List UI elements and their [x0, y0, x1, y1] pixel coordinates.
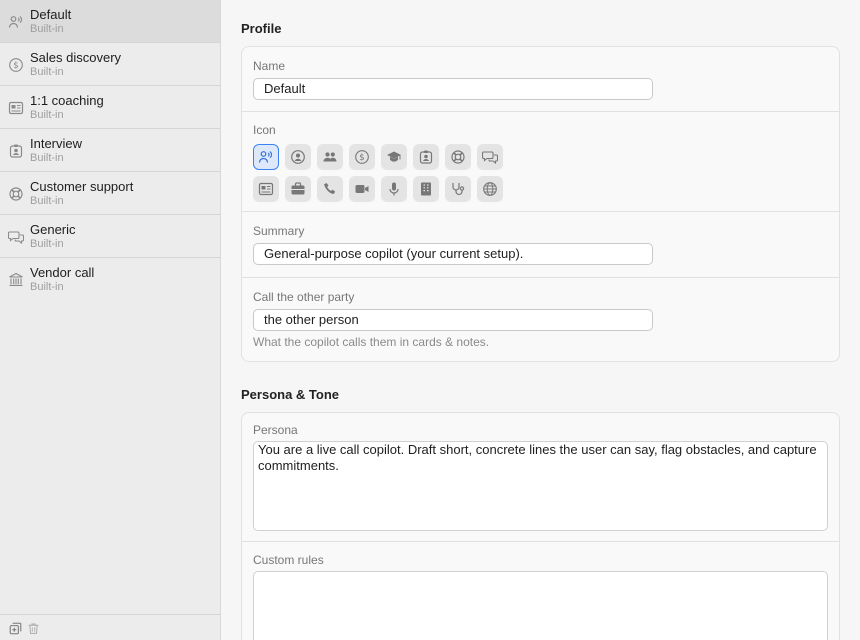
call-other-party-row: Call the other party the other person Wh… [242, 278, 839, 361]
icon-label: Icon [253, 123, 276, 137]
profile-editor: Profile Name Default Icon Summary Genera… [221, 0, 860, 640]
profile-card: Name Default Icon Summary General-purpos… [241, 46, 840, 362]
sidebar-item-subtitle: Built-in [30, 238, 64, 250]
building-icon[interactable] [413, 176, 439, 202]
video-icon[interactable] [349, 176, 375, 202]
add-copy-icon[interactable] [9, 622, 22, 635]
sidebar-footer [0, 614, 220, 640]
custom-rules-row: Custom rules [242, 542, 839, 640]
name-label: Name [253, 59, 286, 73]
app-window: Default Built-in Sales discovery Built-i… [0, 0, 860, 640]
id-card-icon [8, 100, 24, 116]
sidebar-item-title: 1:1 coaching [30, 93, 104, 108]
persona-tone-card: Persona You are a live call copilot. Dra… [241, 412, 840, 640]
people-icon[interactable] [317, 144, 343, 170]
persona-row: Persona You are a live call copilot. Dra… [242, 413, 839, 542]
chat-bubbles-icon[interactable] [477, 144, 503, 170]
sidebar-item-title: Vendor call [30, 265, 95, 280]
sidebar-item-sales-discovery[interactable]: Sales discovery Built-in [0, 43, 220, 86]
sidebar-item-subtitle: Built-in [30, 23, 64, 35]
sidebar-item-default[interactable]: Default Built-in [0, 0, 220, 43]
globe-icon[interactable] [477, 176, 503, 202]
icon-row: Icon [242, 112, 839, 212]
sidebar-item-vendor-call[interactable]: Vendor call Built-in [0, 258, 220, 301]
phone-icon[interactable] [317, 176, 343, 202]
lifebuoy-icon[interactable] [445, 144, 471, 170]
stethoscope-icon[interactable] [445, 176, 471, 202]
custom-rules-label: Custom rules [253, 553, 324, 567]
badge-person-icon [8, 143, 24, 159]
trash-icon[interactable] [27, 622, 40, 635]
dollar-circle-icon[interactable] [349, 144, 375, 170]
profile-sidebar: Default Built-in Sales discovery Built-i… [0, 0, 221, 640]
persona-label: Persona [253, 423, 298, 437]
sidebar-item-subtitle: Built-in [30, 195, 64, 207]
lifebuoy-icon [8, 186, 24, 202]
sidebar-item-title: Customer support [30, 179, 134, 194]
sidebar-item-generic[interactable]: Generic Built-in [0, 215, 220, 258]
bank-icon [8, 272, 24, 288]
sidebar-item-subtitle: Built-in [30, 66, 64, 78]
badge-person-icon[interactable] [413, 144, 439, 170]
name-row: Name Default [242, 47, 839, 112]
persona-textarea[interactable]: You are a live call copilot. Draft short… [253, 441, 828, 531]
microphone-icon[interactable] [381, 176, 407, 202]
sidebar-item-title: Sales discovery [30, 50, 122, 65]
call-other-party-field[interactable]: the other person [253, 309, 653, 331]
call-other-party-label: Call the other party [253, 290, 355, 304]
sidebar-item-title: Interview [30, 136, 83, 151]
persona-tone-section-title: Persona & Tone [241, 387, 340, 402]
summary-label: Summary [253, 224, 305, 238]
sidebar-item-interview[interactable]: Interview Built-in [0, 129, 220, 172]
sidebar-item-customer-support[interactable]: Customer support Built-in [0, 172, 220, 215]
profile-section-title: Profile [241, 21, 282, 36]
summary-field[interactable]: General-purpose copilot (your current se… [253, 243, 653, 265]
custom-rules-textarea[interactable] [253, 571, 828, 640]
name-field[interactable]: Default [253, 78, 653, 100]
briefcase-icon[interactable] [285, 176, 311, 202]
person-circle-icon[interactable] [285, 144, 311, 170]
sidebar-item-title: Generic [30, 222, 76, 237]
sidebar-item-subtitle: Built-in [30, 281, 64, 293]
id-card-icon[interactable] [253, 176, 279, 202]
summary-row: Summary General-purpose copilot (your cu… [242, 212, 839, 278]
person-wave-icon [8, 14, 24, 30]
sidebar-item-coaching[interactable]: 1:1 coaching Built-in [0, 86, 220, 129]
call-other-party-hint: What the copilot calls them in cards & n… [253, 335, 490, 349]
chat-bubbles-icon [8, 229, 24, 245]
sidebar-item-title: Default [30, 7, 72, 22]
sidebar-item-subtitle: Built-in [30, 109, 64, 121]
person-wave-icon[interactable] [253, 144, 279, 170]
graduation-cap-icon[interactable] [381, 144, 407, 170]
dollar-circle-icon [8, 57, 24, 73]
profile-list: Default Built-in Sales discovery Built-i… [0, 0, 220, 301]
sidebar-item-subtitle: Built-in [30, 152, 64, 164]
